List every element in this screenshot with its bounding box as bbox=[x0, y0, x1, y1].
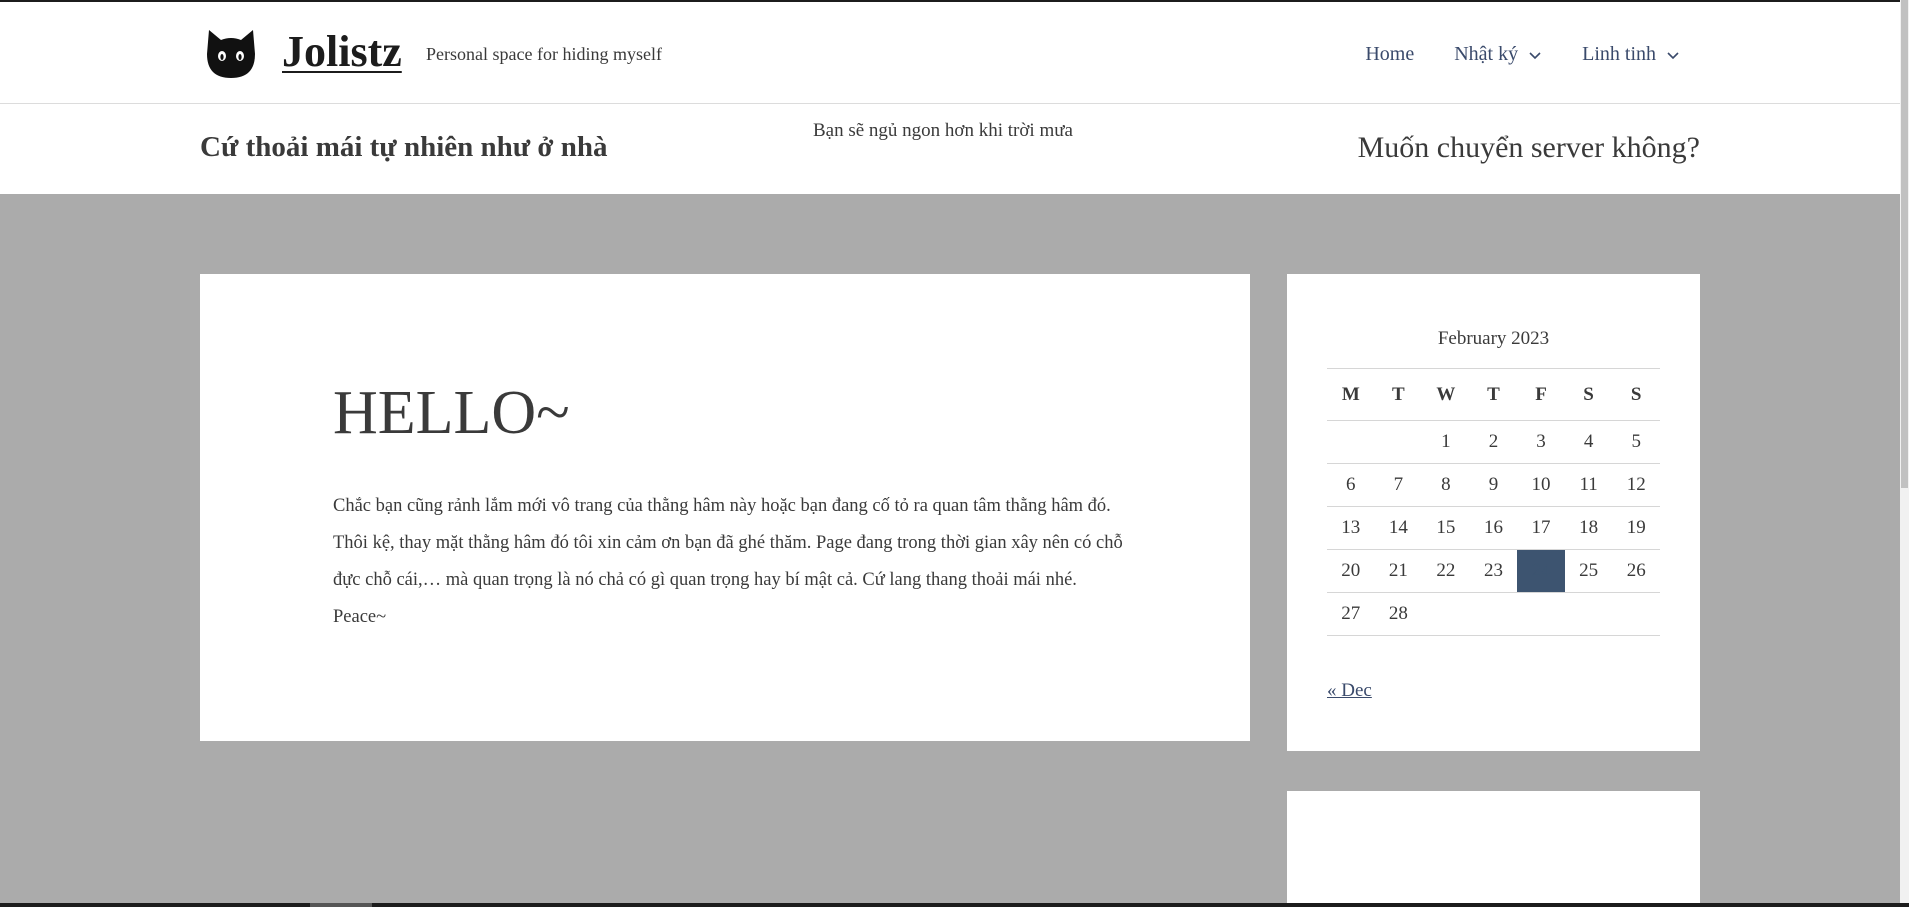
nav-item-nhat-ky[interactable]: Nhật ký bbox=[1454, 43, 1542, 66]
calendar-caption: February 2023 bbox=[1437, 328, 1550, 349]
calendar-week-row: 12345 bbox=[1327, 420, 1660, 464]
calendar-day-cell: 17 bbox=[1517, 506, 1565, 550]
article-body: Chắc bạn cũng rảnh lắm mới vô trang của … bbox=[333, 496, 1123, 627]
calendar-prev-month-link[interactable]: « Dec bbox=[1327, 680, 1372, 702]
calendar-table: M T W T F S S 1 2 3 4 5 6 7 8 9 10 11 12 13 14 15 16 17 1… bbox=[1327, 368, 1660, 636]
weekday-header: T bbox=[1469, 368, 1518, 421]
calendar-day-cell: 21 bbox=[1374, 549, 1423, 593]
calendar-day-cell: 25 bbox=[1564, 549, 1613, 593]
calendar-day-cell: 6 bbox=[1327, 463, 1375, 507]
calendar-empty-cell bbox=[1517, 592, 1565, 636]
site-header: Jolistz Personal space for hiding myself… bbox=[0, 0, 1900, 104]
calendar-day-cell: 11 bbox=[1564, 463, 1613, 507]
weekday-header: S bbox=[1564, 368, 1613, 421]
calendar-day-cell: 1 bbox=[1422, 420, 1470, 464]
calendar-day-cell: 14 bbox=[1374, 506, 1423, 550]
calendar-day-cell: 5 bbox=[1612, 420, 1660, 464]
calendar-day-cell: 8 bbox=[1422, 463, 1470, 507]
main-nav: Home Nhật ký Linh tinh bbox=[1365, 43, 1680, 66]
horizontal-scrollbar-thumb[interactable] bbox=[310, 903, 372, 907]
calendar-day-cell: 23 bbox=[1469, 549, 1518, 593]
chevron-down-icon bbox=[1667, 51, 1679, 59]
calendar-week-row: 13 14 15 16 17 18 19 bbox=[1327, 506, 1660, 550]
calendar-day-cell: 12 bbox=[1612, 463, 1660, 507]
article-title: HELLO~ bbox=[333, 379, 570, 447]
subheader-bar: Cứ thoải mái tự nhiên như ở nhà Bạn sẽ n… bbox=[0, 105, 1900, 194]
calendar-widget: February 2023 M T W T F S S 1 2 3 4 5 6 7 8 9 10 1… bbox=[1287, 274, 1700, 751]
calendar-day-cell: 28 bbox=[1374, 592, 1423, 636]
weekday-header: M bbox=[1327, 368, 1375, 421]
calendar-day-cell: 3 bbox=[1517, 420, 1565, 464]
vertical-scrollbar[interactable] bbox=[1900, 0, 1909, 907]
calendar-week-row: 27 28 bbox=[1327, 592, 1660, 636]
calendar-empty-cell bbox=[1327, 420, 1375, 464]
calendar-day-cell: 18 bbox=[1564, 506, 1613, 550]
nav-item-home[interactable]: Home bbox=[1365, 43, 1414, 66]
calendar-day-cell: 20 bbox=[1327, 549, 1375, 593]
calendar-today-cell: 24 bbox=[1517, 549, 1565, 593]
calendar-day-cell: 15 bbox=[1422, 506, 1470, 550]
calendar-weekday-row: M T W T F S S bbox=[1327, 368, 1660, 421]
weekday-header: S bbox=[1612, 368, 1660, 421]
nav-item-label: Nhật ký bbox=[1454, 43, 1519, 65]
calendar-day-cell: 27 bbox=[1327, 592, 1375, 636]
chevron-down-icon bbox=[1529, 51, 1541, 59]
scrollbar-thumb[interactable] bbox=[1901, 0, 1908, 488]
site-tagline: Personal space for hiding myself bbox=[426, 44, 662, 64]
calendar-day-cell: 22 bbox=[1422, 549, 1470, 593]
sidebar-widget bbox=[1287, 791, 1700, 907]
article-card: HELLO~ Chắc bạn cũng rảnh lắm mới vô tra… bbox=[200, 274, 1250, 741]
weekday-header: W bbox=[1422, 368, 1470, 421]
calendar-empty-cell bbox=[1612, 592, 1660, 636]
calendar-day-cell: 7 bbox=[1374, 463, 1423, 507]
nav-item-label: Home bbox=[1365, 43, 1415, 65]
site-title-link[interactable]: Jolistz bbox=[282, 26, 402, 79]
calendar-day-cell: 4 bbox=[1564, 420, 1613, 464]
subheader-left-text: Cứ thoải mái tự nhiên như ở nhà bbox=[200, 131, 608, 163]
calendar-empty-cell bbox=[1564, 592, 1613, 636]
cat-face-icon[interactable] bbox=[203, 26, 259, 82]
weekday-header: T bbox=[1374, 368, 1423, 421]
calendar-day-cell: 26 bbox=[1612, 549, 1660, 593]
calendar-week-row: 20 21 22 23 24 25 26 bbox=[1327, 549, 1660, 593]
calendar-day-cell: 10 bbox=[1517, 463, 1565, 507]
page: Jolistz Personal space for hiding myself… bbox=[0, 0, 1909, 907]
calendar-day-cell: 19 bbox=[1612, 506, 1660, 550]
calendar-day-cell: 9 bbox=[1469, 463, 1518, 507]
calendar-day-cell: 16 bbox=[1469, 506, 1518, 550]
weekday-header: F bbox=[1517, 368, 1565, 421]
calendar-day-cell: 13 bbox=[1327, 506, 1375, 550]
subheader-right-text: Muốn chuyển server không? bbox=[1357, 131, 1700, 164]
calendar-week-row: 6 7 8 9 10 11 12 bbox=[1327, 463, 1660, 507]
horizontal-scrollbar[interactable] bbox=[0, 903, 1909, 907]
calendar-day-cell: 2 bbox=[1469, 420, 1518, 464]
calendar-empty-cell bbox=[1469, 592, 1518, 636]
subheader-center-text: Bạn sẽ ngủ ngon hơn khi trời mưa bbox=[813, 120, 1073, 141]
calendar-empty-cell bbox=[1422, 592, 1470, 636]
nav-item-label: Linh tinh bbox=[1582, 43, 1656, 65]
nav-item-linh-tinh[interactable]: Linh tinh bbox=[1582, 43, 1680, 66]
calendar-body: 1 2 3 4 5 6 7 8 9 10 11 12 13 14 15 16 17 18 19 20 21 22 23 24 2… bbox=[1327, 420, 1660, 636]
calendar-empty-cell bbox=[1374, 420, 1423, 464]
